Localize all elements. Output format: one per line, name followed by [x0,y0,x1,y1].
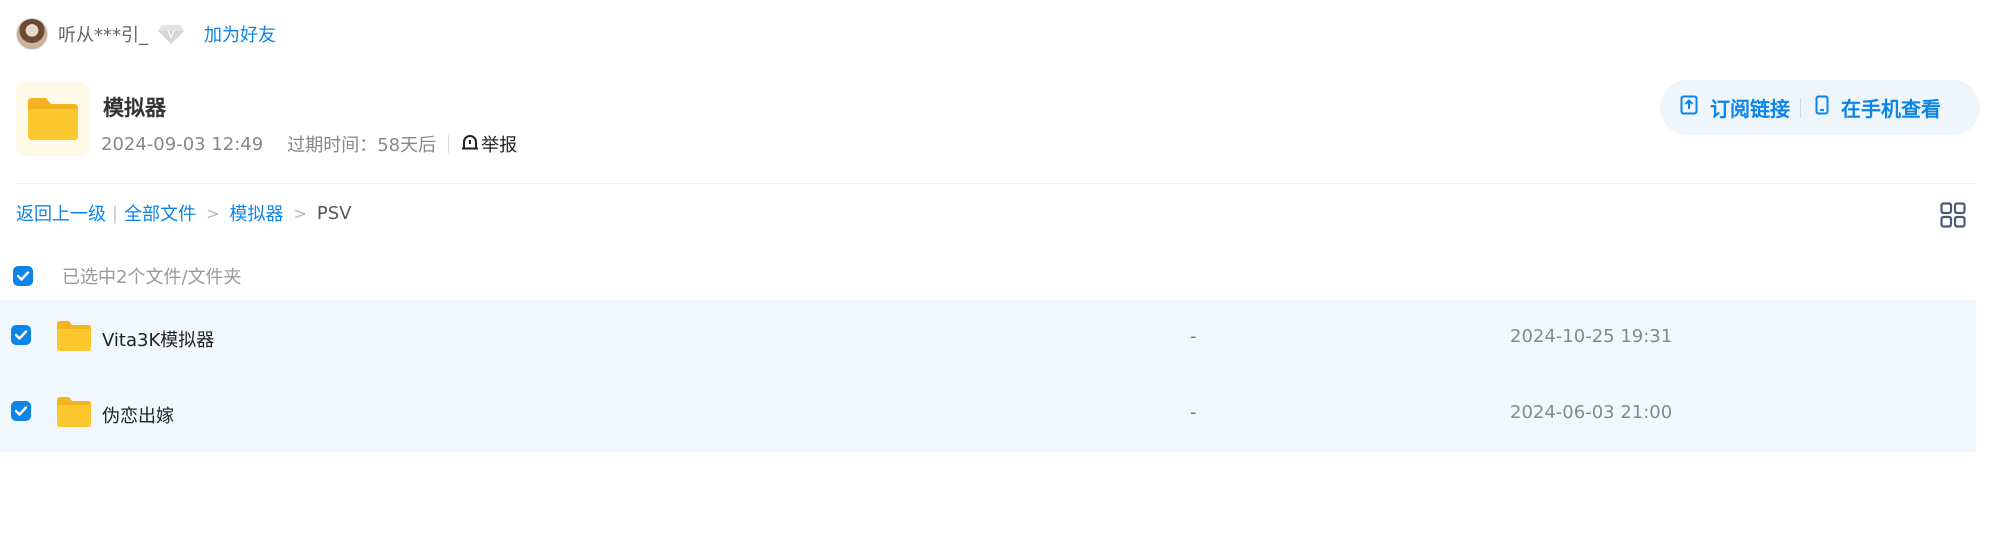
select-all-checkbox[interactable] [13,266,33,286]
select-all-row: 已选中2个文件/文件夹 [13,263,242,289]
add-friend-link[interactable]: 加为好友 [204,21,276,47]
mobile-view-label: 在手机查看 [1841,97,1941,121]
file-checkbox[interactable] [11,325,31,345]
file-checkbox[interactable] [11,401,31,421]
svg-text:V: V [167,28,175,41]
file-size: - [1190,402,1197,423]
check-icon [14,330,28,340]
subscribe-link-button[interactable]: 订阅链接 [1680,93,1790,122]
breadcrumb-divider: | [112,202,119,224]
check-icon [14,406,28,416]
share-folder-icon [16,82,90,156]
share-expire: 过期时间：58天后 [287,135,437,156]
breadcrumb-all-files[interactable]: 全部文件 [124,200,196,226]
folder-icon [56,320,92,356]
upload-square-icon [1680,95,1710,120]
file-list: Vita3K模拟器 - 2024-10-25 19:31 伪恋出嫁 - 2024… [0,300,1976,452]
sharer-nickname: 听从***引_ [58,25,148,46]
selection-summary: 已选中2个文件/文件夹 [62,267,242,288]
view-on-mobile-button[interactable]: 在手机查看 [1815,93,1941,122]
header-divider [16,183,1976,184]
breadcrumb-current: PSV [316,202,352,224]
file-size: - [1190,326,1197,347]
breadcrumb-separator: > [293,203,307,223]
share-date: 2024-09-03 12:49 [101,133,264,155]
file-name[interactable]: 伪恋出嫁 [102,402,174,428]
avatar[interactable] [16,18,48,50]
sharer-info: 听从***引_ V 加为好友 [16,18,276,50]
back-link[interactable]: 返回上一级 [16,200,106,226]
breadcrumb-folder[interactable]: 模拟器 [229,200,283,226]
grid-icon[interactable] [1940,202,1966,228]
report-button[interactable]: 举报 [461,131,517,157]
breadcrumb-separator: > [206,203,220,223]
report-label: 举报 [481,135,518,156]
diamond-icon: V [158,23,184,45]
subscribe-label: 订阅链接 [1710,97,1790,121]
share-title: 模拟器 [103,96,166,120]
meta-divider [448,135,450,153]
check-icon [16,271,30,281]
file-row[interactable]: Vita3K模拟器 - 2024-10-25 19:31 [0,300,1976,376]
action-divider [1800,97,1801,118]
file-row[interactable]: 伪恋出嫁 - 2024-06-03 21:00 [0,376,1976,452]
breadcrumb: 返回上一级 | 全部文件 > 模拟器 > PSV [16,200,352,226]
share-meta: 2024-09-03 12:49 过期时间：58天后 举报 [101,131,517,157]
file-date: 2024-06-03 21:00 [1510,402,1673,423]
file-name[interactable]: Vita3K模拟器 [102,326,214,352]
file-date: 2024-10-25 19:31 [1510,326,1673,347]
phone-icon [1815,95,1841,120]
share-actions: 订阅链接 在手机查看 [1660,80,1980,135]
alarm-bell-icon [461,133,481,156]
folder-icon [56,396,92,432]
